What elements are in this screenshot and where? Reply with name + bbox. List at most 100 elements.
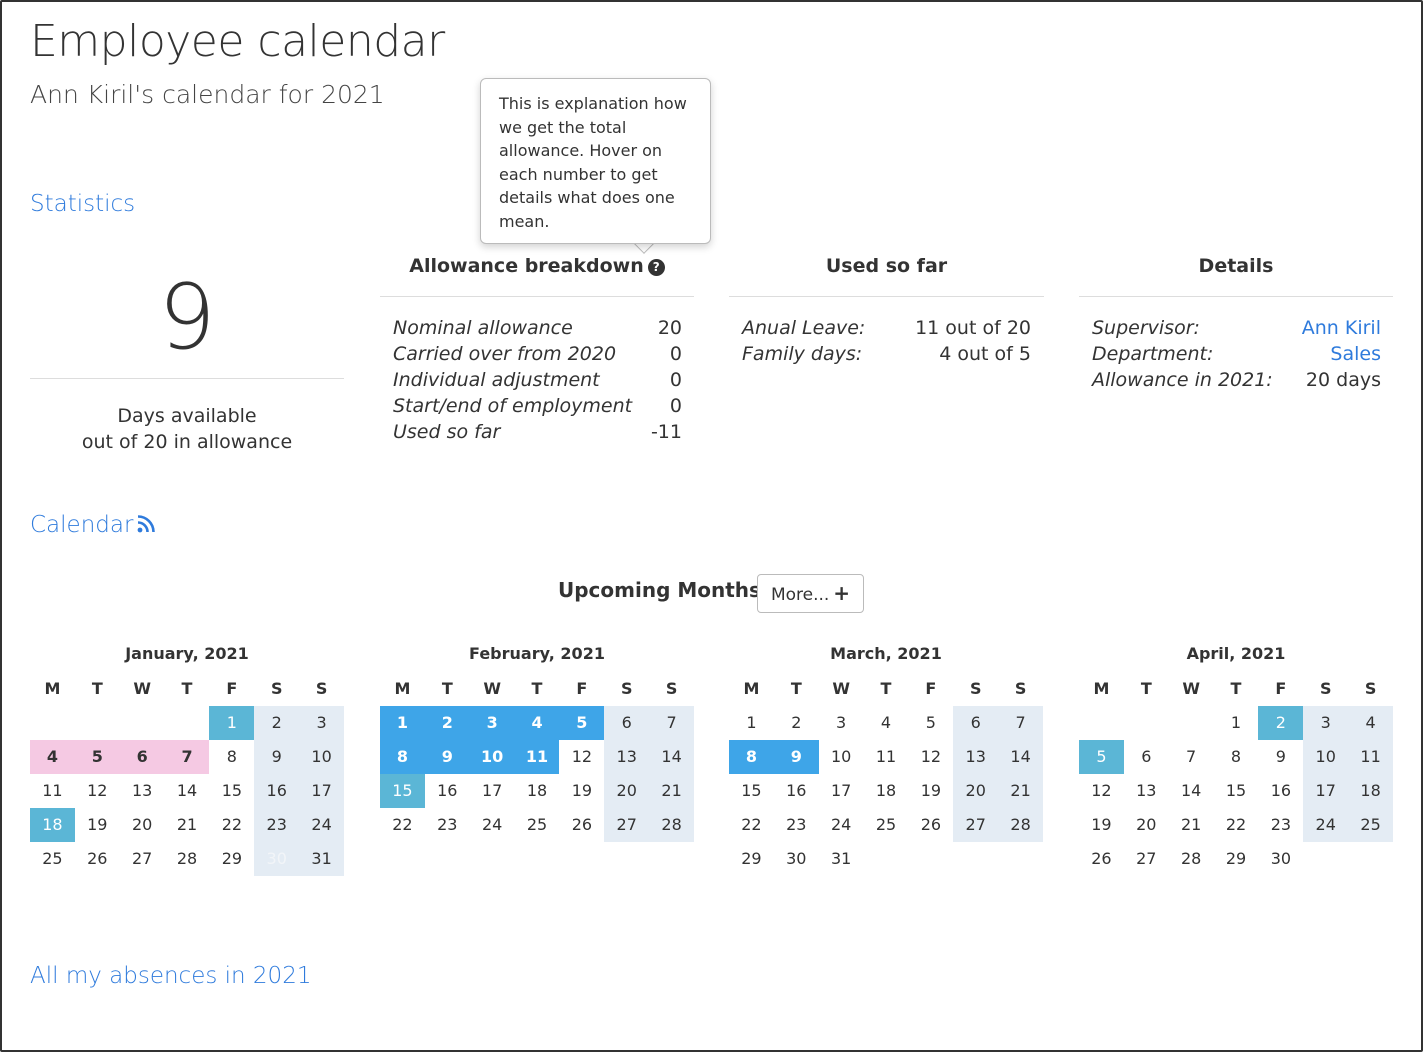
calendar-day[interactable]: 13: [953, 740, 999, 774]
calendar-day[interactable]: 20: [953, 774, 999, 808]
calendar-day[interactable]: 27: [953, 808, 999, 842]
calendar-day[interactable]: 30: [1258, 842, 1303, 876]
calendar-day[interactable]: 19: [559, 774, 604, 808]
calendar-day[interactable]: 6: [1124, 740, 1169, 774]
calendar-day[interactable]: 12: [908, 740, 953, 774]
calendar-day[interactable]: 4: [1348, 706, 1394, 740]
calendar-day[interactable]: 14: [165, 774, 210, 808]
calendar-day[interactable]: 7: [649, 706, 695, 740]
calendar-day[interactable]: 24: [819, 808, 864, 842]
calendar-day[interactable]: 18: [515, 774, 560, 808]
calendar-day[interactable]: 9: [1258, 740, 1303, 774]
calendar-day[interactable]: 3: [469, 706, 515, 740]
calendar-day[interactable]: 24: [470, 808, 515, 842]
calendar-day[interactable]: 13: [1124, 774, 1169, 808]
calendar-day[interactable]: 13: [604, 740, 650, 774]
calendar-day[interactable]: 7: [164, 740, 210, 774]
calendar-day[interactable]: 27: [1124, 842, 1169, 876]
calendar-day[interactable]: 3: [299, 706, 345, 740]
calendar-day[interactable]: 11: [514, 740, 560, 774]
calendar-day[interactable]: 16: [254, 774, 300, 808]
calendar-day[interactable]: 23: [774, 808, 819, 842]
calendar-day[interactable]: 17: [819, 774, 864, 808]
calendar-day[interactable]: 2: [424, 706, 470, 740]
calendar-day[interactable]: 5: [559, 706, 605, 740]
calendar-day[interactable]: 27: [604, 808, 650, 842]
calendar-day[interactable]: 26: [908, 808, 953, 842]
calendar-day[interactable]: 21: [1169, 808, 1214, 842]
calendar-day[interactable]: 4: [864, 706, 909, 740]
row-value-link[interactable]: Sales: [1330, 341, 1381, 367]
calendar-day[interactable]: 24: [1303, 808, 1349, 842]
calendar-day[interactable]: 11: [864, 740, 909, 774]
calendar-day[interactable]: 3: [1303, 706, 1349, 740]
calendar-day[interactable]: 15: [729, 774, 774, 808]
calendar-day[interactable]: 22: [380, 808, 425, 842]
calendar-day[interactable]: 26: [1079, 842, 1124, 876]
calendar-day[interactable]: 25: [864, 808, 909, 842]
calendar-day[interactable]: 9: [424, 740, 470, 774]
calendar-day[interactable]: 25: [1348, 808, 1394, 842]
calendar-day[interactable]: 17: [1303, 774, 1349, 808]
question-circle-icon[interactable]: ?: [647, 259, 665, 276]
calendar-day[interactable]: 6: [953, 706, 999, 740]
calendar-day[interactable]: 20: [1124, 808, 1169, 842]
calendar-day[interactable]: 21: [998, 774, 1044, 808]
calendar-day[interactable]: 20: [120, 808, 165, 842]
calendar-day[interactable]: 18: [1348, 774, 1394, 808]
calendar-day[interactable]: 24: [299, 808, 345, 842]
calendar-day[interactable]: 19: [908, 774, 953, 808]
calendar-day[interactable]: 9: [773, 740, 819, 774]
calendar-day[interactable]: 3: [819, 706, 864, 740]
calendar-day[interactable]: 8: [380, 740, 425, 774]
calendar-day[interactable]: 22: [729, 808, 774, 842]
calendar-day[interactable]: 10: [469, 740, 515, 774]
calendar-day[interactable]: 21: [649, 774, 695, 808]
calendar-day[interactable]: 23: [1258, 808, 1303, 842]
calendar-day[interactable]: 4: [514, 706, 560, 740]
calendar-day[interactable]: 25: [30, 842, 75, 876]
calendar-day[interactable]: 23: [254, 808, 300, 842]
calendar-day[interactable]: 8: [209, 740, 254, 774]
calendar-day[interactable]: 19: [75, 808, 120, 842]
calendar-day[interactable]: 30: [774, 842, 819, 876]
calendar-day[interactable]: 2: [774, 706, 819, 740]
all-absences-link[interactable]: All my absences in 2021: [30, 963, 311, 989]
calendar-day[interactable]: 5: [74, 740, 120, 774]
calendar-day[interactable]: 5: [908, 706, 953, 740]
calendar-day[interactable]: 12: [1079, 774, 1124, 808]
calendar-day[interactable]: 15: [209, 774, 254, 808]
calendar-day[interactable]: 9: [254, 740, 300, 774]
calendar-day[interactable]: 10: [819, 740, 864, 774]
calendar-day[interactable]: 26: [559, 808, 604, 842]
calendar-day[interactable]: 2: [1258, 706, 1304, 740]
more-months-button[interactable]: More... +: [757, 574, 864, 613]
calendar-day[interactable]: 2: [254, 706, 300, 740]
calendar-day[interactable]: 1: [380, 706, 425, 740]
calendar-day[interactable]: 14: [1169, 774, 1214, 808]
calendar-day[interactable]: 11: [30, 774, 75, 808]
calendar-day[interactable]: 12: [559, 740, 604, 774]
calendar-day[interactable]: 18: [864, 774, 909, 808]
calendar-day[interactable]: 15: [1214, 774, 1259, 808]
calendar-day[interactable]: 17: [299, 774, 345, 808]
rss-icon[interactable]: [137, 515, 156, 533]
statistics-link[interactable]: Statistics: [30, 191, 135, 217]
calendar-day[interactable]: 1: [209, 706, 255, 740]
calendar-day[interactable]: 18: [30, 808, 75, 842]
calendar-day[interactable]: 16: [425, 774, 470, 808]
calendar-day[interactable]: 1: [729, 706, 774, 740]
calendar-day[interactable]: 22: [1214, 808, 1259, 842]
calendar-day[interactable]: 31: [819, 842, 864, 876]
calendar-day[interactable]: 13: [120, 774, 165, 808]
calendar-day[interactable]: 25: [515, 808, 560, 842]
calendar-day[interactable]: 20: [604, 774, 650, 808]
calendar-day[interactable]: 28: [998, 808, 1044, 842]
calendar-day[interactable]: 10: [1303, 740, 1349, 774]
calendar-day[interactable]: 23: [425, 808, 470, 842]
calendar-day[interactable]: 28: [1169, 842, 1214, 876]
calendar-day[interactable]: 19: [1079, 808, 1124, 842]
calendar-day[interactable]: 8: [729, 740, 774, 774]
row-value-link[interactable]: Ann Kiril: [1302, 315, 1381, 341]
calendar-day[interactable]: 17: [470, 774, 515, 808]
